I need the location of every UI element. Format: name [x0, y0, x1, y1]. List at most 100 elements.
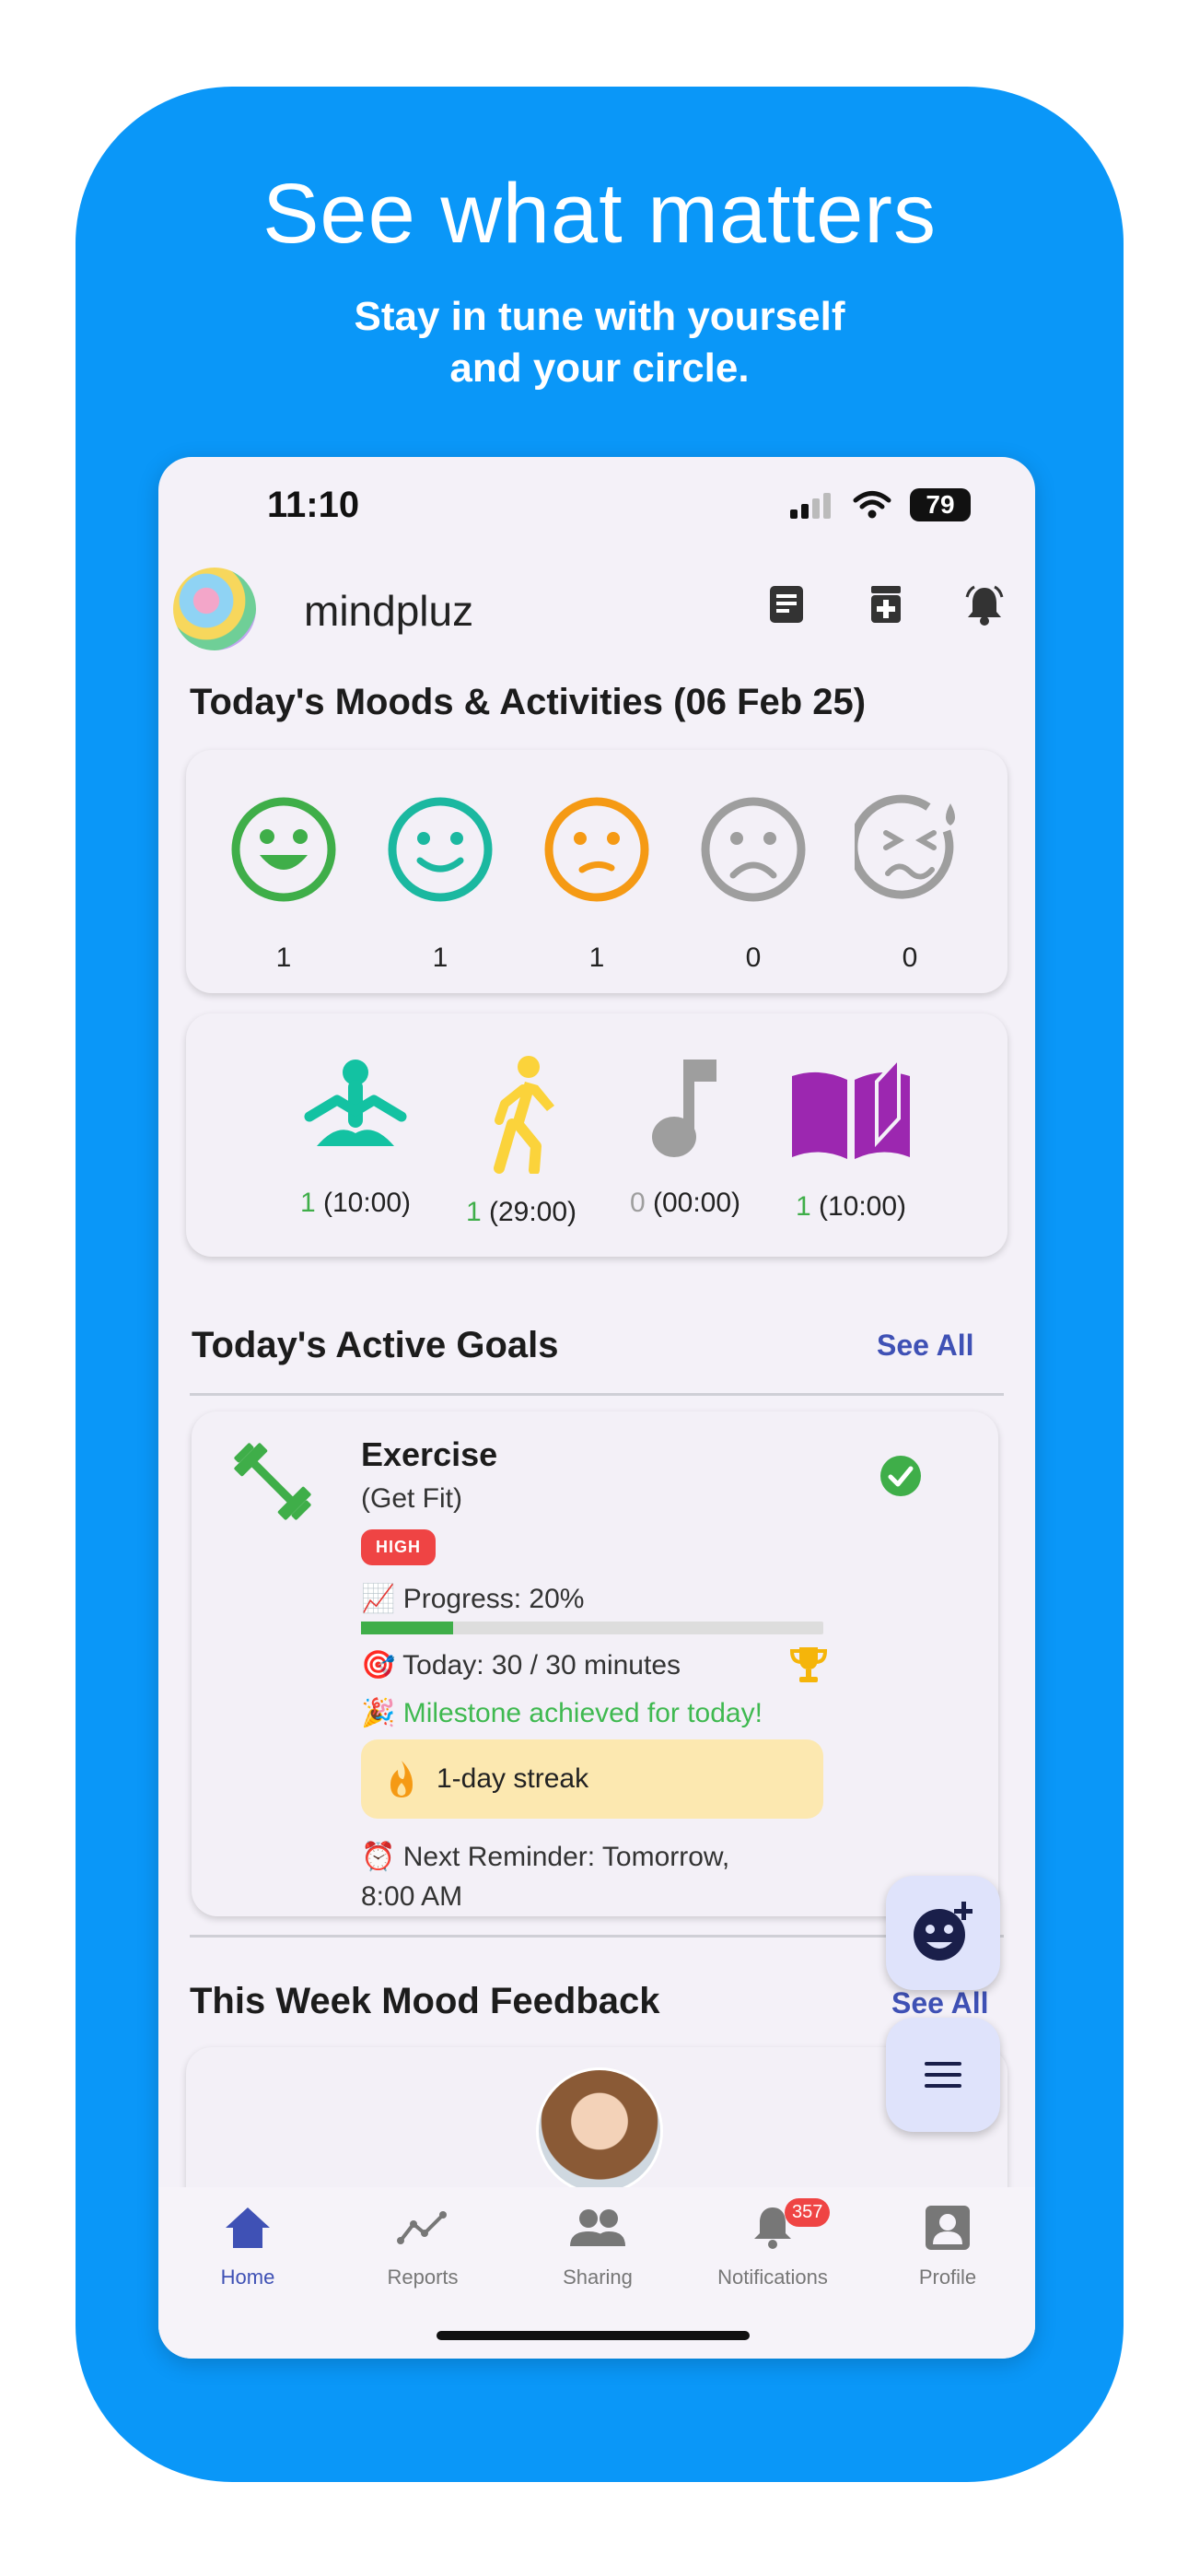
signal-icon	[790, 493, 831, 519]
nav-reports[interactable]: Reports	[335, 2204, 510, 2289]
nav-label: Notifications	[717, 2266, 828, 2289]
progress-row: 📈 Progress: 20%	[361, 1583, 584, 1615]
milestone-row: 🎉 Milestone achieved for today!	[361, 1697, 763, 1729]
alarm-clock-icon: ⏰	[361, 1842, 396, 1872]
mood-count: 1	[432, 943, 448, 973]
app-name: mindpluz	[304, 587, 474, 635]
battery-indicator: 79	[910, 488, 971, 521]
trophy-icon	[789, 1647, 828, 1682]
moods-section-title: Today's Moods & Activities (06 Feb 25)	[190, 682, 867, 722]
nav-label: Profile	[918, 2266, 977, 2289]
people-icon	[570, 2209, 625, 2246]
activity-stat: 0 (00:00)	[611, 1188, 759, 1219]
streak-banner: 1-day streak	[361, 1739, 823, 1819]
add-mood-icon	[914, 1902, 973, 1961]
meditation-icon	[304, 1060, 407, 1146]
reminder-row: ⏰ Next Reminder: Tomorrow,	[361, 1841, 729, 1873]
nav-home[interactable]: Home	[160, 2204, 335, 2289]
notification-count-badge: 357	[785, 2198, 831, 2227]
check-circle-icon[interactable]	[879, 1454, 923, 1498]
user-avatar[interactable]	[173, 568, 256, 650]
nav-label: Reports	[387, 2266, 459, 2289]
milestone-text: Milestone achieved for today!	[402, 1698, 763, 1728]
feedback-see-all-link[interactable]: See All	[891, 1986, 989, 2020]
add-mood-button[interactable]	[886, 1876, 1000, 1990]
activity-reading[interactable]: 1 (10:00)	[777, 1052, 925, 1223]
activity-count: 1	[465, 1197, 482, 1227]
chart-line-icon	[397, 2211, 447, 2244]
chart-icon: 📈	[361, 1584, 396, 1614]
neutral-face-icon	[544, 797, 649, 902]
promo-subhead-line-1: Stay in tune with yourself	[354, 294, 845, 339]
progress-label: Progress: 20%	[402, 1584, 585, 1614]
menu-button[interactable]	[886, 2018, 1000, 2132]
today-progress: Today: 30 / 30 minutes	[402, 1650, 681, 1680]
activity-duration: (10:00)	[322, 1188, 412, 1218]
mood-count: 0	[902, 943, 918, 973]
reminder-line-2: 8:00 AM	[361, 1881, 463, 1912]
dumbbell-icon	[234, 1443, 311, 1520]
streak-text: 1-day streak	[437, 1763, 589, 1794]
very-happy-face-icon	[231, 797, 336, 902]
priority-badge: HIGH	[361, 1529, 436, 1565]
goal-subtitle: (Get Fit)	[361, 1483, 462, 1514]
music-note-icon	[652, 1060, 716, 1157]
mood-neutral[interactable]: 1	[542, 794, 652, 974]
phone-screen: 11:10 79 mindpluz Today's Moods & Activi…	[158, 457, 1035, 2359]
activity-meditation[interactable]: 1 (10:00)	[282, 1054, 429, 1219]
activity-walking[interactable]: 1 (29:00)	[448, 1054, 595, 1228]
mood-happy[interactable]: 1	[385, 794, 495, 974]
status-icons: 79	[788, 488, 971, 521]
mood-count: 0	[745, 943, 762, 973]
goals-see-all-link[interactable]: See All	[877, 1329, 974, 1363]
nav-sharing[interactable]: Sharing	[510, 2204, 685, 2289]
party-icon: 🎉	[361, 1698, 396, 1728]
goals-divider	[190, 1393, 1004, 1396]
nav-label: Sharing	[563, 2266, 633, 2289]
mood-count: 1	[275, 943, 292, 973]
bell-icon[interactable]	[963, 584, 1006, 626]
fire-icon	[390, 1761, 413, 1797]
notes-icon[interactable]	[766, 584, 807, 625]
nav-label: Home	[220, 2266, 275, 2289]
promo-subhead-line-2: and your circle.	[449, 345, 750, 391]
status-time: 11:10	[267, 485, 360, 525]
activities-card: 1 (10:00) 1 (29:00) 0 (00:00) 1 (10:00)	[186, 1013, 1007, 1257]
medical-icon[interactable]	[866, 584, 906, 625]
goal-title: Exercise	[361, 1435, 498, 1473]
activity-stat: 1 (29:00)	[448, 1197, 595, 1228]
mood-sad[interactable]: 0	[698, 794, 809, 974]
mood-very-happy[interactable]: 1	[228, 794, 339, 974]
sad-face-icon	[701, 797, 806, 902]
nav-notifications[interactable]: 357 Notifications	[685, 2198, 860, 2289]
activity-stat: 1 (10:00)	[777, 1191, 925, 1223]
feedback-avatar	[536, 2067, 663, 2195]
activity-count: 1	[299, 1188, 316, 1218]
crying-face-icon	[849, 794, 955, 899]
activity-music[interactable]: 0 (00:00)	[611, 1054, 759, 1219]
activity-duration: (00:00)	[652, 1188, 741, 1218]
book-icon	[792, 1052, 910, 1159]
target-icon: 🎯	[361, 1650, 396, 1680]
mood-crying[interactable]: 0	[849, 794, 965, 974]
feedback-section-title: This Week Mood Feedback	[190, 1981, 660, 2021]
promo-subhead: Stay in tune with yourself and your circ…	[76, 291, 1124, 394]
progress-bar	[361, 1622, 823, 1634]
home-icon	[226, 2207, 270, 2248]
activity-stat: 1 (10:00)	[282, 1188, 429, 1219]
reminder-line-1: Next Reminder: Tomorrow,	[402, 1842, 730, 1872]
feedback-divider	[190, 1935, 1004, 1938]
activity-duration: (10:00)	[818, 1191, 907, 1222]
home-indicator	[437, 2331, 750, 2340]
nav-profile[interactable]: Profile	[860, 2204, 1035, 2289]
walking-icon	[494, 1056, 554, 1176]
promo-headline: See what matters	[262, 167, 937, 261]
happy-face-icon	[388, 797, 493, 902]
menu-icon	[925, 2062, 961, 2088]
today-row: 🎯 Today: 30 / 30 minutes	[361, 1649, 681, 1681]
goal-card-exercise[interactable]: Exercise (Get Fit) HIGH 📈 Progress: 20% …	[192, 1411, 998, 1916]
wifi-icon	[853, 491, 891, 519]
activity-count: 0	[629, 1188, 646, 1218]
moods-card: 1 1 1 0 0	[186, 750, 1007, 993]
activity-duration: (29:00)	[488, 1197, 577, 1227]
